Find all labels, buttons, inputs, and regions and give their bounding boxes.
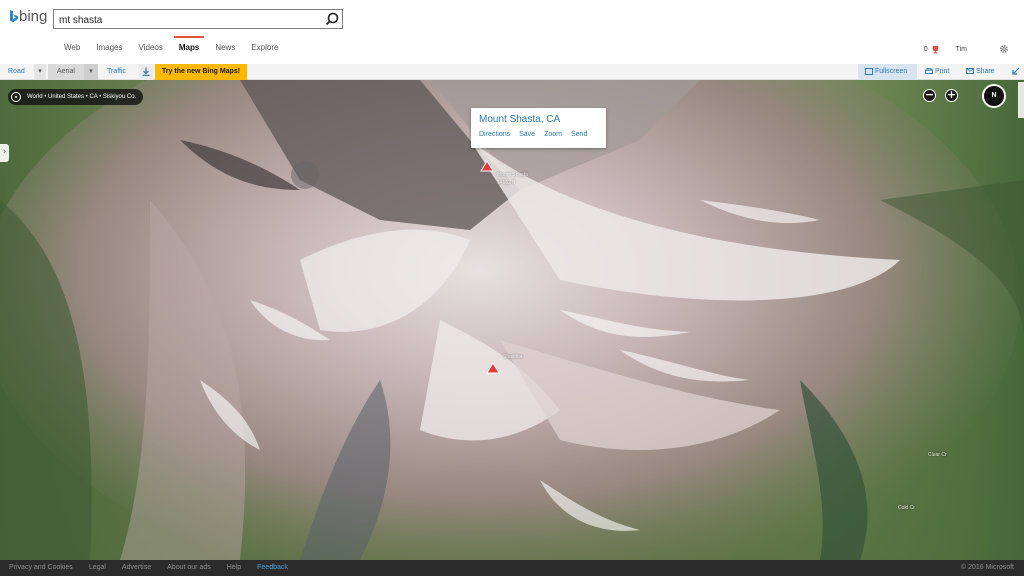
map-label-elevation: 14162 ft <box>497 180 516 186</box>
rewards-trophy-icon[interactable] <box>931 45 940 54</box>
aerial-view-button[interactable]: Aerial <box>48 64 84 80</box>
summit-marker-icon[interactable] <box>480 160 494 172</box>
footer-advertise-link[interactable]: Advertise <box>122 560 151 576</box>
fullscreen-icon <box>865 67 873 75</box>
aerial-dropdown-button[interactable]: ▾ <box>84 64 98 80</box>
search-icon[interactable] <box>324 11 340 27</box>
rewards-count[interactable]: 0 <box>924 46 928 53</box>
nav-videos[interactable]: Videos <box>131 41 171 58</box>
location-breadcrumb[interactable]: World • United States • CA • Siskiyou Co… <box>8 89 144 105</box>
map-label-clear-cr: Clear Cr <box>928 452 947 458</box>
print-button[interactable]: Print <box>920 64 958 80</box>
download-icon <box>142 67 149 76</box>
logo-text: bing <box>19 8 48 25</box>
bing-logo[interactable]: bing <box>9 8 47 25</box>
peak-marker-icon[interactable] <box>486 362 500 374</box>
header: bing Web Images Videos Maps News Explore… <box>0 0 1024 64</box>
map-label-mount-shasta: Mount Shasta <box>497 172 528 178</box>
footer-privacy-link[interactable]: Privacy and Cookies <box>9 560 73 576</box>
footer-links: Privacy and Cookies Legal Advertise Abou… <box>9 560 288 576</box>
fullscreen-label: Fullscreen <box>874 68 908 75</box>
zoom-link[interactable]: Zoom <box>544 131 562 138</box>
share-button[interactable]: Share <box>963 64 1005 80</box>
map-label-cold-cr: Cold Cr <box>898 505 915 511</box>
breadcrumb-text: World • United States • CA • Siskiyou Co… <box>27 94 137 100</box>
save-link[interactable]: Save <box>519 131 535 138</box>
aerial-terrain-image <box>0 80 1024 560</box>
nav-news[interactable]: News <box>207 41 243 58</box>
footer-feedback-link[interactable]: Feedback <box>257 560 288 576</box>
location-infobox: Mount Shasta, CA Directions Save Zoom Se… <box>471 108 606 148</box>
send-link[interactable]: Send <box>571 131 587 138</box>
fullscreen-button[interactable]: Fullscreen <box>858 64 917 80</box>
locate-me-icon[interactable] <box>11 92 21 102</box>
map-label-shastina: Shastina <box>503 354 523 360</box>
zoom-out-button[interactable]: − <box>923 89 936 102</box>
footer-legal-link[interactable]: Legal <box>89 560 106 576</box>
diagonal-arrow-icon <box>1012 67 1020 75</box>
nav-web[interactable]: Web <box>56 41 88 58</box>
search-box <box>53 9 343 30</box>
collapse-panel-button[interactable] <box>1008 64 1024 80</box>
download-button[interactable] <box>138 64 153 80</box>
vertical-nav: Web Images Videos Maps News Explore <box>56 36 286 58</box>
share-label: Share <box>975 68 995 75</box>
print-icon <box>925 67 933 74</box>
expand-panel-button[interactable]: › <box>0 144 9 162</box>
share-mail-icon <box>966 68 974 75</box>
nav-images[interactable]: Images <box>88 41 130 58</box>
nav-maps[interactable]: Maps <box>171 36 207 58</box>
user-area: 0 Tim <box>924 41 1024 57</box>
footer-about-ads-link[interactable]: About our ads <box>167 560 211 576</box>
print-label: Print <box>934 68 950 75</box>
try-new-maps-button[interactable]: Try the new Bing Maps! <box>155 64 247 80</box>
footer: Privacy and Cookies Legal Advertise Abou… <box>0 560 1024 576</box>
infobox-actions: Directions Save Zoom Send <box>479 131 587 138</box>
traffic-button[interactable]: Traffic <box>107 64 126 80</box>
road-view-button[interactable]: Road <box>8 64 25 80</box>
bing-b-icon <box>10 9 18 22</box>
search-input[interactable] <box>54 11 314 30</box>
directions-link[interactable]: Directions <box>479 131 510 138</box>
copyright-text: © 2016 Microsoft <box>960 564 1014 571</box>
road-dropdown-button[interactable]: ▾ <box>34 64 46 80</box>
settings-gear-icon[interactable] <box>999 44 1009 54</box>
footer-help-link[interactable]: Help <box>227 560 241 576</box>
compass-button[interactable]: N <box>982 84 1006 108</box>
user-name[interactable]: Tim <box>956 46 967 53</box>
aerial-map[interactable]: World • United States • CA • Siskiyou Co… <box>0 80 1024 560</box>
infobox-title[interactable]: Mount Shasta, CA <box>479 114 560 125</box>
map-toolbar: Road ▾ Aerial ▾ Traffic Try the new Bing… <box>0 64 1024 80</box>
nav-explore[interactable]: Explore <box>243 41 286 58</box>
compass-north-label: N <box>991 92 997 99</box>
zoom-in-button[interactable]: + <box>945 89 958 102</box>
map-edge-strip <box>1018 82 1024 118</box>
